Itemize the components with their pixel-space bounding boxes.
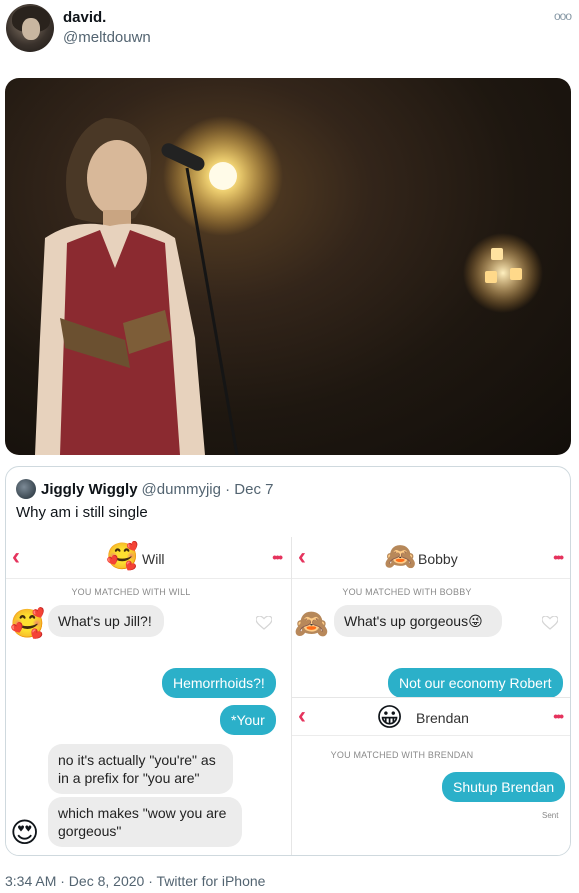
back-arrow-icon[interactable]: ‹ bbox=[12, 543, 20, 571]
message-in: no it's actually "you're" as in a prefix… bbox=[48, 744, 233, 794]
quoted-tweet[interactable]: Jiggly Wiggly @dummyjig · Dec 7 Why am i… bbox=[5, 466, 571, 856]
will-avatar-emoji: 🥰 bbox=[106, 541, 139, 571]
matched-label-bobby: YOU MATCHED WITH BOBBY bbox=[342, 587, 472, 597]
message-out: Shutup Brendan bbox=[442, 772, 566, 802]
wall-lamp-glow bbox=[463, 233, 543, 313]
message-in: What's up Jill?! bbox=[48, 605, 164, 637]
chat-header-brendan: ‹ 😀 Brendan ••• bbox=[292, 698, 570, 736]
more-dots-icon[interactable]: ••• bbox=[553, 549, 564, 565]
user-handle[interactable]: @meltdouwn bbox=[63, 29, 151, 46]
sent-status: Sent bbox=[542, 811, 559, 820]
heart-outline-icon[interactable] bbox=[256, 616, 272, 630]
quoted-handle-date[interactable]: @dummyjig · Dec 7 bbox=[142, 481, 274, 498]
display-name[interactable]: david. bbox=[63, 9, 106, 26]
message-out: *Your bbox=[220, 705, 276, 735]
tweet-timestamp[interactable]: 3:34 AM · Dec 8, 2020 · Twitter for iPho… bbox=[5, 873, 265, 889]
quoted-display-name[interactable]: Jiggly Wiggly bbox=[41, 481, 138, 498]
bobby-side-emoji: 🙈 bbox=[294, 608, 329, 639]
heart-outline-icon[interactable] bbox=[542, 616, 558, 630]
quoted-tweet-header: Jiggly Wiggly @dummyjig · Dec 7 bbox=[16, 479, 273, 499]
more-dots-icon[interactable]: ••• bbox=[272, 549, 283, 565]
stage-scene-illustration bbox=[35, 116, 543, 455]
chat-name-will: Will bbox=[142, 551, 165, 567]
back-arrow-icon[interactable]: ‹ bbox=[298, 543, 306, 571]
message-out: Hemorrhoids?! bbox=[162, 668, 276, 698]
message-out: Not our economy Robert bbox=[388, 668, 563, 697]
chat-screenshot-will: ‹ 🥰 Will ••• YOU MATCHED WITH WILL 🥰 Wha… bbox=[6, 537, 291, 855]
wall-lamp-shade-3 bbox=[510, 268, 522, 280]
quoted-avatar[interactable] bbox=[16, 479, 36, 499]
chat-name-bobby: Bobby bbox=[418, 551, 458, 567]
spotlight-core bbox=[209, 162, 237, 190]
chat-screenshot-brendan: ‹ 😀 Brendan ••• YOU MATCHED WITH BRENDAN… bbox=[291, 697, 570, 855]
wall-lamp-shade-1 bbox=[491, 248, 503, 260]
tweet-photo[interactable] bbox=[5, 78, 571, 455]
avatar[interactable] bbox=[6, 4, 54, 52]
face bbox=[87, 140, 147, 216]
chat-screenshot-bobby: ‹ 🙈 Bobby ••• YOU MATCHED WITH BOBBY 🙈 W… bbox=[291, 537, 570, 697]
matched-label-will: YOU MATCHED WITH WILL bbox=[71, 587, 191, 597]
back-arrow-icon[interactable]: ‹ bbox=[298, 702, 306, 730]
matched-label-brendan: YOU MATCHED WITH BRENDAN bbox=[330, 750, 474, 760]
bobby-avatar-emoji: 🙈 bbox=[384, 541, 417, 571]
reply-emoji: 😍 bbox=[10, 817, 40, 848]
more-dots-icon[interactable]: ••• bbox=[553, 708, 564, 724]
brendan-avatar-emoji: 😀 bbox=[376, 702, 404, 732]
chat-header-bobby: ‹ 🙈 Bobby ••• bbox=[292, 537, 570, 579]
message-in: What's up gorgeous😜 bbox=[334, 605, 502, 637]
quoted-tweet-text: Why am i still single bbox=[16, 504, 148, 521]
chat-header-will: ‹ 🥰 Will ••• bbox=[6, 537, 291, 579]
avatar-face bbox=[22, 18, 40, 40]
wall-lamp-shade-2 bbox=[485, 271, 497, 283]
more-options-icon[interactable]: ooo bbox=[554, 9, 572, 23]
will-side-emoji: 🥰 bbox=[10, 608, 45, 639]
chat-name-brendan: Brendan bbox=[416, 710, 469, 726]
tweet-header: david. @meltdouwn ooo bbox=[0, 0, 579, 70]
message-in: which makes "wow you are gorgeous" bbox=[48, 797, 242, 847]
